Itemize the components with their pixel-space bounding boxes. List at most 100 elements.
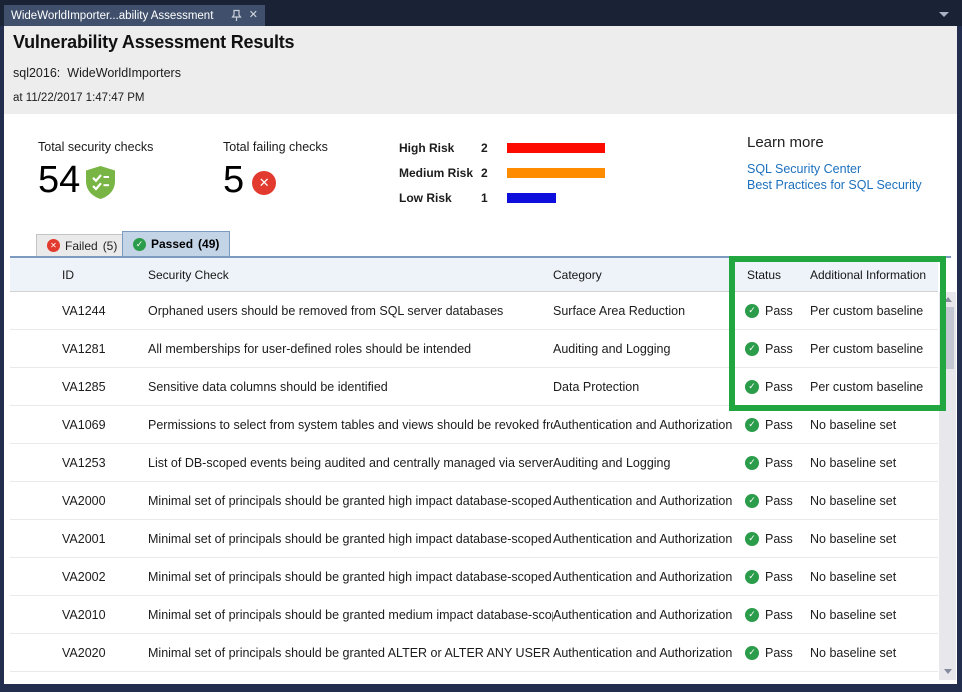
column-header-category: Category <box>553 268 742 282</box>
cell-id: VA2001 <box>10 532 148 546</box>
cell-status: ✓ Pass <box>742 532 806 546</box>
cell-additional-info: No baseline set <box>806 494 938 508</box>
metric-failing-checks: Total failing checks 5 ✕ <box>223 140 328 201</box>
cell-status: ✓ Pass <box>742 608 806 622</box>
pass-icon: ✓ <box>745 342 759 356</box>
database-name: WideWorldImporters <box>67 66 181 80</box>
table-row[interactable]: VA2000 Minimal set of principals should … <box>10 482 938 520</box>
close-icon[interactable]: ✕ <box>249 10 258 21</box>
cell-status: ✓ Pass <box>742 456 806 470</box>
cell-id: VA1244 <box>10 304 148 318</box>
pass-icon: ✓ <box>745 608 759 622</box>
cell-category: Auditing and Logging <box>553 456 742 470</box>
page-header: Vulnerability Assessment Results sql2016… <box>4 26 957 114</box>
table-row[interactable]: VA2001 Minimal set of principals should … <box>10 520 938 558</box>
scroll-up-arrow[interactable] <box>939 292 956 306</box>
pass-icon: ✓ <box>745 570 759 584</box>
cell-status: ✓ Pass <box>742 494 806 508</box>
cell-security-check: Minimal set of principals should be gran… <box>148 532 553 546</box>
pass-icon: ✓ <box>745 532 759 546</box>
cell-status: ✓ Pass <box>742 418 806 432</box>
learn-more-title: Learn more <box>747 134 922 151</box>
cell-id: VA1285 <box>10 380 148 394</box>
cell-additional-info: Per custom baseline <box>806 342 938 356</box>
link-best-practices[interactable]: Best Practices for SQL Security <box>747 178 922 194</box>
cell-security-check: Minimal set of principals should be gran… <box>148 646 553 660</box>
cell-security-check: Minimal set of principals should be gran… <box>148 570 553 584</box>
table-row[interactable]: VA1285 Sensitive data columns should be … <box>10 368 938 406</box>
shield-check-icon <box>86 166 115 199</box>
risk-bar <box>507 168 607 178</box>
risk-count: 2 <box>481 166 507 180</box>
document-tab[interactable]: WideWorldImporter...ability Assessment ✕ <box>4 5 265 26</box>
table-row[interactable]: VA1281 All memberships for user-defined … <box>10 330 938 368</box>
learn-more-section: Learn more SQL Security Center Best Prac… <box>747 134 922 193</box>
cell-id: VA2020 <box>10 646 148 660</box>
scrollbar-thumb[interactable] <box>941 307 954 369</box>
risk-bar <box>507 193 607 203</box>
cell-status: ✓ Pass <box>742 342 806 356</box>
tab-passed[interactable]: ✓ Passed (49) <box>122 231 230 256</box>
cell-category: Authentication and Authorization <box>553 646 742 660</box>
link-sql-security-center[interactable]: SQL Security Center <box>747 162 922 178</box>
pin-icon[interactable] <box>231 9 242 22</box>
pass-icon: ✓ <box>745 380 759 394</box>
results-grid: ID Security Check Category Status Additi… <box>10 258 938 672</box>
cell-additional-info: No baseline set <box>806 570 938 584</box>
column-header-status: Status <box>742 268 806 282</box>
scan-timestamp: at 11/22/2017 1:47:47 PM <box>13 92 145 104</box>
cell-additional-info: No baseline set <box>806 646 938 660</box>
cell-id: VA1069 <box>10 418 148 432</box>
tab-list-chevron-icon[interactable] <box>939 12 949 17</box>
cell-status: ✓ Pass <box>742 570 806 584</box>
cell-security-check: Minimal set of principals should be gran… <box>148 608 553 622</box>
cell-category: Auditing and Logging <box>553 342 742 356</box>
cell-category: Data Protection <box>553 380 742 394</box>
pass-icon: ✓ <box>745 494 759 508</box>
cell-id: VA2010 <box>10 608 148 622</box>
cell-additional-info: Per custom baseline <box>806 380 938 394</box>
column-header-id: ID <box>10 268 148 282</box>
cell-status: ✓ Pass <box>742 646 806 660</box>
cell-additional-info: No baseline set <box>806 532 938 546</box>
cell-additional-info: No baseline set <box>806 608 938 622</box>
cell-id: VA1281 <box>10 342 148 356</box>
risk-count: 1 <box>481 191 507 205</box>
cell-security-check: List of DB-scoped events being audited a… <box>148 456 553 470</box>
fail-circle-icon: ✕ <box>252 171 276 195</box>
table-row[interactable]: VA2020 Minimal set of principals should … <box>10 634 938 672</box>
cell-additional-info: Per custom baseline <box>806 304 938 318</box>
table-row[interactable]: VA1069 Permissions to select from system… <box>10 406 938 444</box>
metric-total-value: 54 <box>38 159 80 201</box>
table-row[interactable]: VA2010 Minimal set of principals should … <box>10 596 938 634</box>
cell-security-check: Permissions to select from system tables… <box>148 418 553 432</box>
cell-additional-info: No baseline set <box>806 456 938 470</box>
scroll-down-arrow[interactable] <box>939 664 956 678</box>
table-body: VA1244 Orphaned users should be removed … <box>10 292 938 672</box>
document-tab-bar: WideWorldImporter...ability Assessment ✕ <box>0 0 962 26</box>
tab-failed-count: (5) <box>103 239 118 253</box>
passed-icon: ✓ <box>133 238 146 251</box>
table-row[interactable]: VA1244 Orphaned users should be removed … <box>10 292 938 330</box>
risk-label: Medium Risk <box>399 166 481 180</box>
pass-icon: ✓ <box>745 418 759 432</box>
document-tab-title: WideWorldImporter...ability Assessment <box>11 10 225 22</box>
column-header-info: Additional Information <box>806 268 938 282</box>
table-row[interactable]: VA1253 List of DB-scoped events being au… <box>10 444 938 482</box>
cell-additional-info: No baseline set <box>806 418 938 432</box>
cell-category: Authentication and Authorization <box>553 532 742 546</box>
cell-category: Authentication and Authorization <box>553 570 742 584</box>
cell-status: ✓ Pass <box>742 304 806 318</box>
risk-chart: High Risk 2 Medium Risk 2 Low Risk 1 <box>399 139 607 206</box>
tab-failed[interactable]: ✕ Failed (5) <box>36 234 128 256</box>
table-row[interactable]: VA2002 Minimal set of principals should … <box>10 558 938 596</box>
grid-header-row: ID Security Check Category Status Additi… <box>10 258 938 292</box>
risk-label: Low Risk <box>399 191 481 205</box>
pass-icon: ✓ <box>745 646 759 660</box>
cell-security-check: Minimal set of principals should be gran… <box>148 494 553 508</box>
vertical-scrollbar[interactable] <box>939 292 956 680</box>
column-header-check: Security Check <box>148 268 553 282</box>
failed-icon: ✕ <box>47 239 60 252</box>
metric-failing-label: Total failing checks <box>223 140 328 154</box>
cell-security-check: All memberships for user-defined roles s… <box>148 342 553 356</box>
